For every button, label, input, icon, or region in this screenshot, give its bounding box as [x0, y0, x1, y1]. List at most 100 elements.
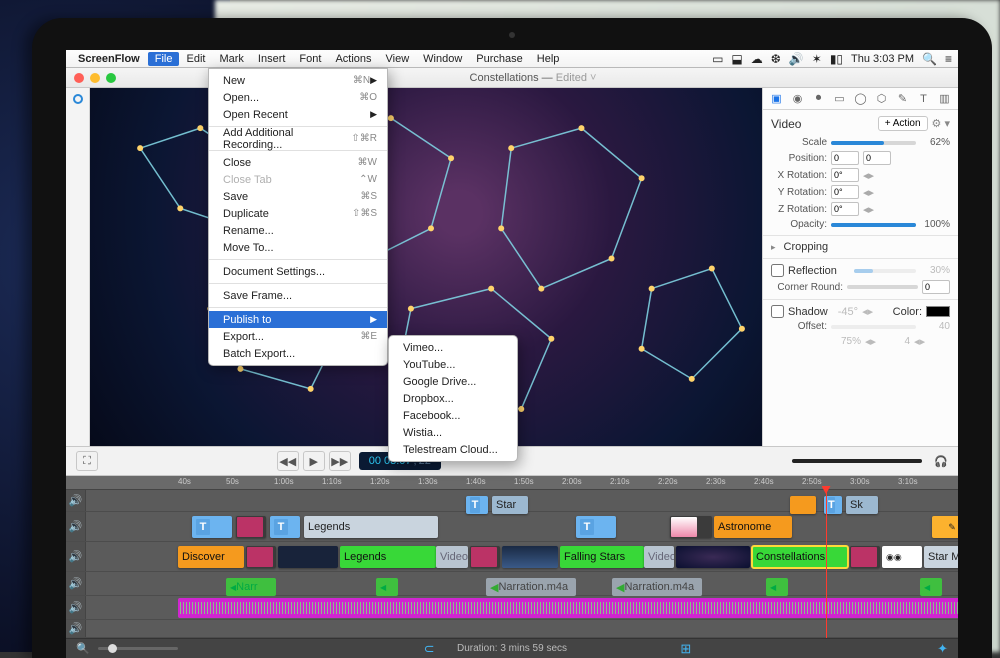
add-action-button[interactable]: + Action [878, 116, 928, 131]
track-head-icon[interactable]: 🔊 [66, 572, 86, 595]
minimize-button[interactable] [90, 73, 100, 83]
record-icon[interactable]: ▭ [712, 52, 723, 66]
zoom-slider[interactable] [98, 647, 178, 650]
menu-window[interactable]: Window [416, 52, 469, 66]
track-1[interactable]: 🔊 T Star T Sk [66, 490, 958, 512]
submenu-item-facebook-[interactable]: Facebook... [389, 407, 517, 424]
audio-tab-icon[interactable]: ◉ [790, 92, 805, 105]
menu-item-duplicate[interactable]: Duplicate⇧⌘S [209, 205, 387, 222]
close-button[interactable] [74, 73, 84, 83]
play-button[interactable]: ▶ [303, 451, 325, 471]
scale-slider[interactable] [831, 141, 916, 145]
track-3[interactable]: 🔊 Discover Legends Video Falling Stars V… [66, 542, 958, 572]
track-head-icon[interactable]: 🔊 [66, 596, 86, 619]
annotate-tab-icon[interactable]: ⬡ [874, 92, 889, 105]
circles-clip[interactable]: ◉◉ [882, 546, 922, 568]
zoom-out-icon[interactable]: 🔍 [76, 642, 90, 655]
text-tab-icon[interactable]: T [916, 93, 931, 105]
clock[interactable]: Thu 3:03 PM [851, 53, 914, 65]
menu-item-save[interactable]: Save⌘S [209, 188, 387, 205]
image-clip[interactable] [850, 546, 880, 568]
menu-item-new[interactable]: New⌘N▶ [209, 72, 387, 89]
menu-item-open-recent[interactable]: Open Recent▶ [209, 106, 387, 123]
magnet-icon[interactable]: ⊂ [424, 641, 435, 657]
playhead[interactable] [826, 490, 827, 638]
opacity-slider[interactable] [831, 223, 916, 227]
submenu-item-wistia-[interactable]: Wistia... [389, 424, 517, 441]
arrow-tag[interactable]: ◀ [920, 578, 942, 596]
image-clip[interactable] [236, 516, 266, 538]
crop-tool-icon[interactable]: ⛶ [76, 451, 98, 471]
legends-clip[interactable]: Legends [304, 516, 438, 538]
track-5-audio[interactable]: 🔊 [66, 596, 958, 620]
spotlight-icon[interactable]: 🔍 [922, 52, 937, 66]
cropping-disclosure[interactable]: ▸ [771, 242, 776, 253]
submenu-item-dropbox-[interactable]: Dropbox... [389, 390, 517, 407]
narration-clip[interactable]: ◀ Narration.m4a [486, 578, 576, 596]
menu-help[interactable]: Help [530, 52, 567, 66]
rewind-button[interactable]: ◀◀ [277, 451, 299, 471]
touch-tab-icon[interactable]: ◯ [853, 92, 868, 105]
menu-item-publish-to[interactable]: Publish to▶ [209, 311, 387, 328]
snap-icon[interactable]: ⊞ [680, 641, 691, 657]
image-clip[interactable] [670, 516, 712, 538]
menu-item-move-to-[interactable]: Move To... [209, 239, 387, 256]
menu-edit[interactable]: Edit [179, 52, 212, 66]
headphones-icon[interactable]: 🎧 [934, 455, 948, 468]
corner-slider[interactable] [847, 285, 918, 289]
xrot-input[interactable] [831, 168, 859, 182]
app-name[interactable]: ScreenFlow [78, 53, 140, 65]
menu-file[interactable]: File [148, 52, 180, 66]
menu-item-document-settings-[interactable]: Document Settings... [209, 263, 387, 280]
forward-button[interactable]: ▶▶ [329, 451, 351, 471]
position-x-input[interactable] [831, 151, 859, 165]
track-head-icon[interactable]: 🔊 [66, 620, 86, 637]
track-head-icon[interactable]: 🔊 [66, 512, 86, 541]
menu-item-save-frame-[interactable]: Save Frame... [209, 287, 387, 304]
menu-item-open-[interactable]: Open...⌘O [209, 89, 387, 106]
submenu-item-telestream-cloud-[interactable]: Telestream Cloud... [389, 441, 517, 458]
menu-item-export-[interactable]: Export...⌘E [209, 328, 387, 345]
track-6[interactable]: 🔊 [66, 620, 958, 638]
menu-item-add-additional-recording-[interactable]: Add Additional Recording...⇧⌘R [209, 130, 387, 147]
dropbox-icon[interactable]: ⬓ [731, 52, 742, 66]
track-2[interactable]: 🔊 T T Legends T Astronome ✎ [66, 512, 958, 542]
shadow-checkbox[interactable] [771, 305, 784, 318]
status-icon[interactable]: ❆ [771, 52, 781, 66]
text-clip[interactable]: T [576, 516, 616, 538]
library-tab-icon[interactable]: ▥ [937, 92, 952, 105]
video-tag[interactable]: Video [436, 546, 468, 568]
battery-icon[interactable]: ▮▯ [830, 52, 843, 66]
menu-item-batch-export-[interactable]: Batch Export... [209, 345, 387, 362]
arrow-tag[interactable]: ◀ [766, 578, 788, 596]
submenu-item-youtube-[interactable]: YouTube... [389, 356, 517, 373]
wifi-icon[interactable]: ✶ [812, 52, 822, 66]
gear-icon[interactable]: ⚙ ▾ [932, 117, 950, 130]
menu-actions[interactable]: Actions [328, 52, 378, 66]
menu-item-rename-[interactable]: Rename... [209, 222, 387, 239]
pencil-tab-icon[interactable]: ✎ [895, 92, 910, 105]
edit-clip[interactable]: ✎ [932, 516, 958, 538]
video-tab-icon[interactable]: ▣ [769, 92, 784, 105]
astronome-clip[interactable]: Astronome [714, 516, 792, 538]
position-y-input[interactable] [863, 151, 891, 165]
menu-view[interactable]: View [379, 52, 417, 66]
narration-clip[interactable]: ◀ Narration.m4a [612, 578, 702, 596]
zrot-input[interactable] [831, 202, 859, 216]
shadow-color-swatch[interactable] [926, 306, 950, 317]
submenu-item-vimeo-[interactable]: Vimeo... [389, 339, 517, 356]
video-clip[interactable] [278, 546, 338, 568]
submenu-item-google-drive-[interactable]: Google Drive... [389, 373, 517, 390]
menu-item-close[interactable]: Close⌘W [209, 154, 387, 171]
screen-tab-icon[interactable]: ⏺ [811, 92, 826, 105]
constellations-clip[interactable]: Constellations [752, 546, 848, 568]
add-track-icon[interactable]: ✦ [937, 641, 948, 657]
maximize-button[interactable] [106, 73, 116, 83]
menu-icon[interactable]: ≡ [945, 52, 952, 66]
star-map-clip[interactable]: Star Map [924, 546, 958, 568]
track-head-icon[interactable]: 🔊 [66, 490, 86, 511]
text-clip[interactable]: T [270, 516, 300, 538]
falling-stars-clip[interactable]: Falling Stars [560, 546, 644, 568]
legends-clip[interactable]: Legends [340, 546, 436, 568]
volume-icon[interactable]: 🔊 [789, 52, 804, 66]
